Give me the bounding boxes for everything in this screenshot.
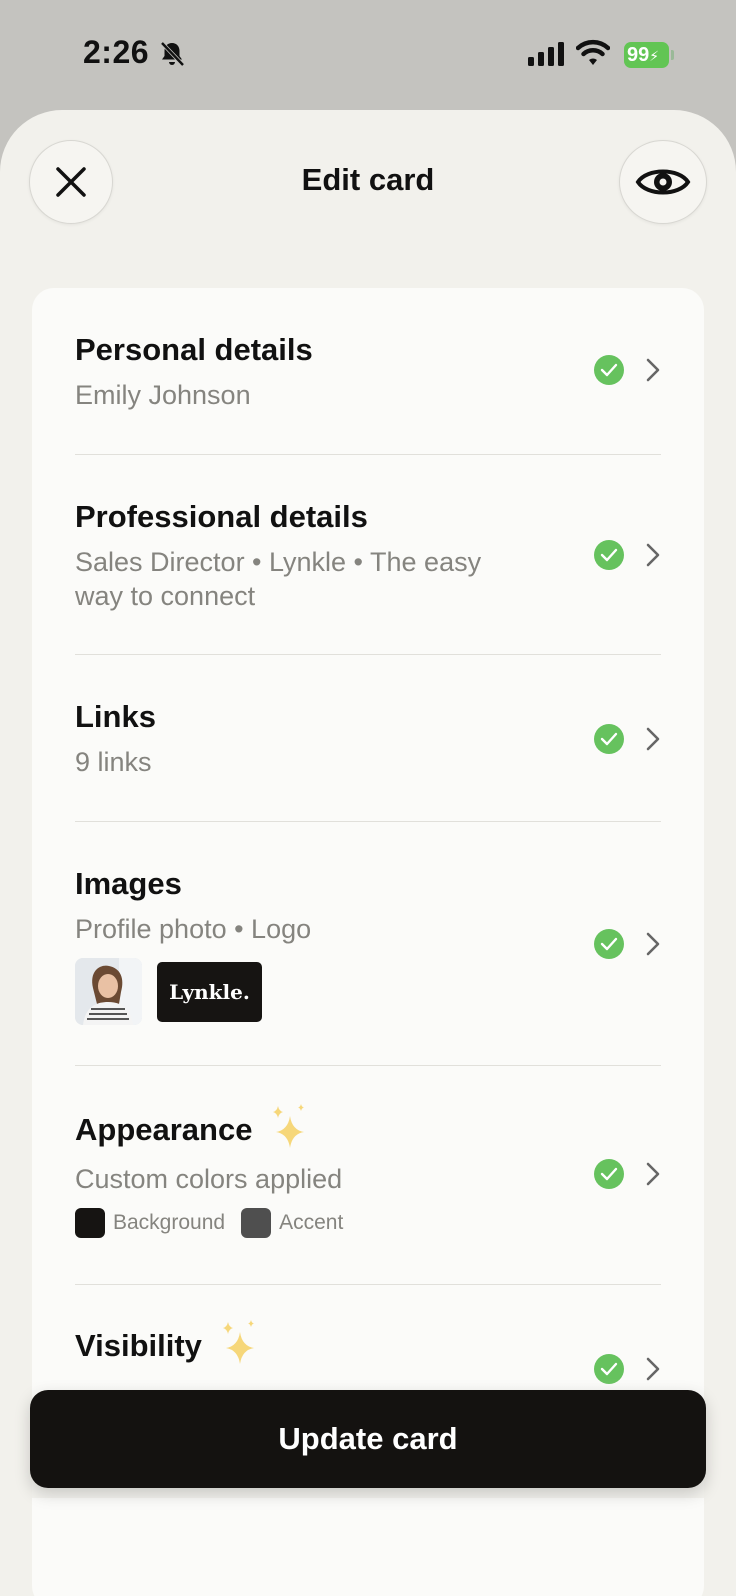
battery-icon: 99⚡ xyxy=(624,42,674,68)
chevron-right-icon[interactable] xyxy=(644,931,662,957)
section-title: Images xyxy=(75,866,182,901)
chevron-right-icon[interactable] xyxy=(644,542,662,568)
color-swatches: Background Accent xyxy=(75,1208,661,1238)
section-subtitle: 9 links xyxy=(75,747,152,777)
background-color-swatch xyxy=(75,1208,105,1238)
complete-check-icon xyxy=(594,724,624,754)
section-title: Professional details xyxy=(75,499,368,534)
bell-muted-icon xyxy=(160,41,185,67)
cellular-signal-icon xyxy=(528,42,564,66)
status-bar: 2:26 99⚡ xyxy=(0,0,736,108)
wifi-icon xyxy=(576,39,610,65)
section-images[interactable]: Images Profile photo • Logo Lynkle. xyxy=(75,866,661,1025)
chevron-right-icon[interactable] xyxy=(644,357,662,383)
section-title: Appearance xyxy=(75,1112,253,1147)
divider xyxy=(75,454,661,455)
edit-card-sheet: Edit card Personal details Emily Johnson… xyxy=(0,110,736,1596)
update-card-button[interactable]: Update card xyxy=(30,1390,706,1488)
swatch-label: Background xyxy=(113,1211,226,1234)
chevron-right-icon[interactable] xyxy=(644,726,662,752)
chevron-right-icon[interactable] xyxy=(644,1161,662,1187)
divider xyxy=(75,1284,661,1285)
profile-photo-thumbnail xyxy=(75,958,142,1025)
preview-button[interactable] xyxy=(619,140,707,224)
logo-thumbnail: Lynkle. xyxy=(157,962,262,1022)
section-personal-details[interactable]: Personal details Emily Johnson xyxy=(75,332,661,412)
divider xyxy=(75,821,661,822)
eye-icon xyxy=(635,169,691,195)
battery-level: 99 xyxy=(627,44,650,66)
divider xyxy=(75,1065,661,1066)
complete-check-icon xyxy=(594,540,624,570)
complete-check-icon xyxy=(594,1159,624,1189)
complete-check-icon xyxy=(594,355,624,385)
section-links[interactable]: Links 9 links xyxy=(75,699,661,779)
section-subtitle: Sales Director • Lynkle • The easy way t… xyxy=(75,547,482,611)
section-subtitle: Profile photo • Logo xyxy=(75,914,312,944)
section-subtitle: Emily Johnson xyxy=(75,380,251,410)
section-visibility[interactable]: Visibility xyxy=(75,1320,661,1368)
sparkle-icon xyxy=(222,1320,254,1364)
section-title: Visibility xyxy=(75,1328,202,1363)
accent-color-swatch xyxy=(241,1208,272,1238)
swatch-label: Accent xyxy=(279,1211,344,1234)
divider xyxy=(75,654,661,655)
section-subtitle: Custom colors applied xyxy=(75,1164,343,1194)
section-title: Personal details xyxy=(75,332,313,367)
image-thumbnails: Lynkle. xyxy=(75,958,661,1025)
status-time: 2:26 xyxy=(83,34,150,70)
section-appearance[interactable]: Appearance Custom colors applied Backgro… xyxy=(75,1104,661,1238)
sparkle-icon xyxy=(273,1104,305,1148)
complete-check-icon xyxy=(594,929,624,959)
section-title: Links xyxy=(75,699,156,734)
section-professional-details[interactable]: Professional details Sales Director • Ly… xyxy=(75,499,515,613)
